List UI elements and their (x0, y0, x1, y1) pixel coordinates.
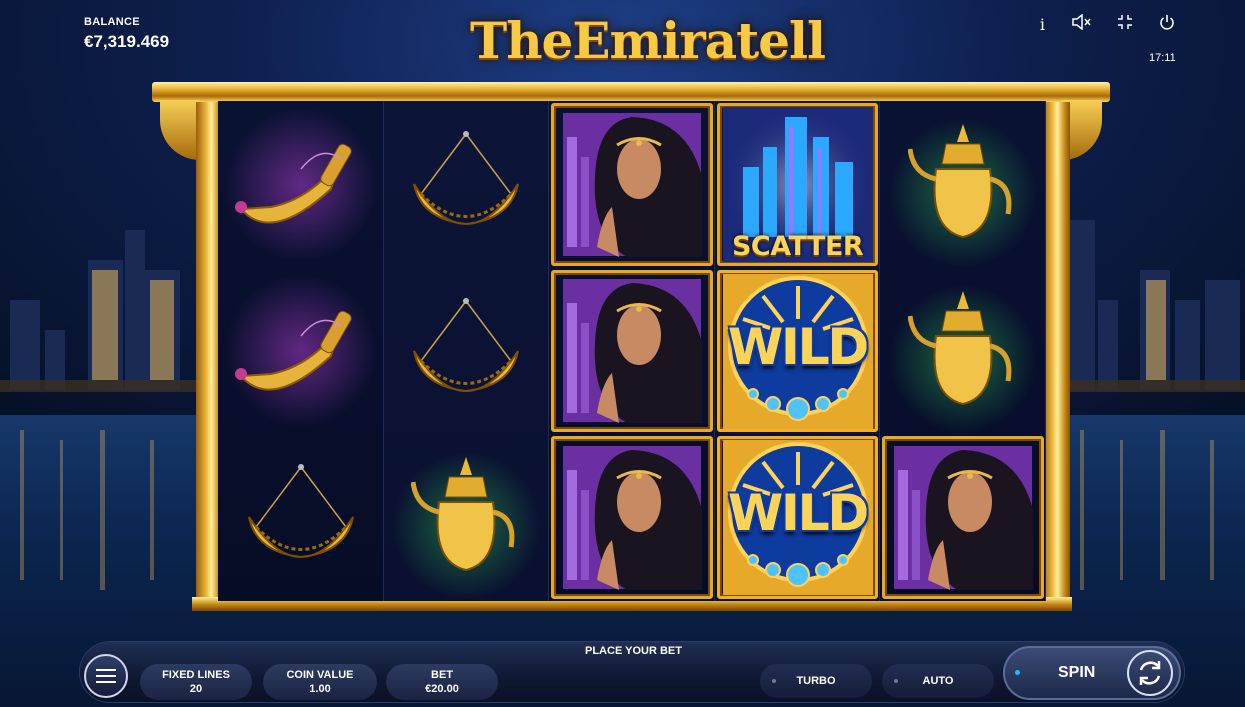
symbol-dagger (218, 101, 384, 268)
symbol-frame (551, 436, 713, 599)
reel-5 (880, 101, 1046, 601)
auto-label: AUTO (922, 675, 954, 687)
power-icon[interactable] (1159, 14, 1175, 34)
fixed-lines-label: FIXED LINES (162, 669, 230, 681)
coin-value-selector[interactable]: COIN VALUE 1.00 (263, 664, 377, 700)
bet-label: BET (431, 669, 453, 681)
wild-label: WILD (728, 317, 869, 376)
spin-label: SPIN (1058, 664, 1096, 681)
spin-indicator (1015, 670, 1020, 675)
reels-area[interactable]: SCATTER WILD WILD (218, 101, 1046, 601)
coin-value-label: COIN VALUE (286, 669, 354, 681)
bet-selector[interactable]: BET €20.00 (386, 664, 498, 700)
turbo-label: TURBO (796, 675, 836, 687)
symbol-woman (549, 101, 715, 268)
reel-1 (218, 101, 384, 601)
menu-icon-line (96, 669, 116, 671)
top-toolbar: i (1040, 13, 1175, 34)
menu-button[interactable] (84, 654, 128, 698)
balance-value: €7,319.469 (84, 32, 170, 51)
symbol-wild: WILD (715, 268, 881, 435)
symbol-necklace (384, 101, 550, 268)
symbol-frame (882, 436, 1044, 599)
turbo-button[interactable]: TURBO (760, 664, 872, 698)
symbol-teapot (880, 101, 1046, 268)
auto-button[interactable]: AUTO (882, 664, 994, 698)
balance-display: BALANCE €7,319.469 (84, 16, 169, 52)
turbo-indicator (772, 679, 776, 683)
symbol-teapot (880, 267, 1046, 435)
fullscreen-exit-icon[interactable] (1117, 14, 1133, 34)
bet-value: €20.00 (425, 683, 459, 695)
menu-icon-line (96, 681, 116, 683)
reel-4: SCATTER WILD WILD (714, 101, 881, 601)
symbol-scatter: SCATTER (715, 101, 881, 268)
fixed-lines-display: FIXED LINES 20 (140, 664, 252, 700)
symbol-wild: WILD (715, 434, 881, 601)
clock: 17:11 (1149, 52, 1176, 64)
frame-pillar-right (1042, 102, 1070, 607)
wild-label: WILD (728, 484, 869, 543)
info-icon[interactable]: i (1040, 15, 1045, 34)
game-logo: TheEmiratell (470, 11, 826, 70)
spin-icon[interactable] (1127, 650, 1173, 696)
mute-icon[interactable] (1071, 13, 1091, 34)
symbol-frame (551, 103, 713, 266)
frame-top-beam (152, 82, 1110, 102)
place-your-bet-text: PLACE YOUR BET (585, 645, 682, 657)
reel-2 (383, 101, 550, 601)
reel-3 (549, 101, 715, 601)
symbol-woman (880, 434, 1046, 601)
fixed-lines-value: 20 (189, 683, 203, 695)
symbol-dagger (218, 267, 384, 435)
frame-bracket-left (160, 100, 200, 160)
balance-label: BALANCE (84, 16, 140, 28)
scatter-label: SCATTER (731, 230, 864, 262)
symbol-teapot (383, 434, 550, 601)
coin-value-value: 1.00 (309, 683, 331, 695)
symbol-frame (551, 269, 713, 433)
symbol-necklace (218, 434, 384, 601)
auto-indicator (894, 679, 898, 683)
symbol-woman (549, 434, 715, 601)
menu-icon-line (96, 675, 116, 677)
symbol-woman (549, 268, 715, 435)
symbol-necklace (384, 268, 550, 435)
